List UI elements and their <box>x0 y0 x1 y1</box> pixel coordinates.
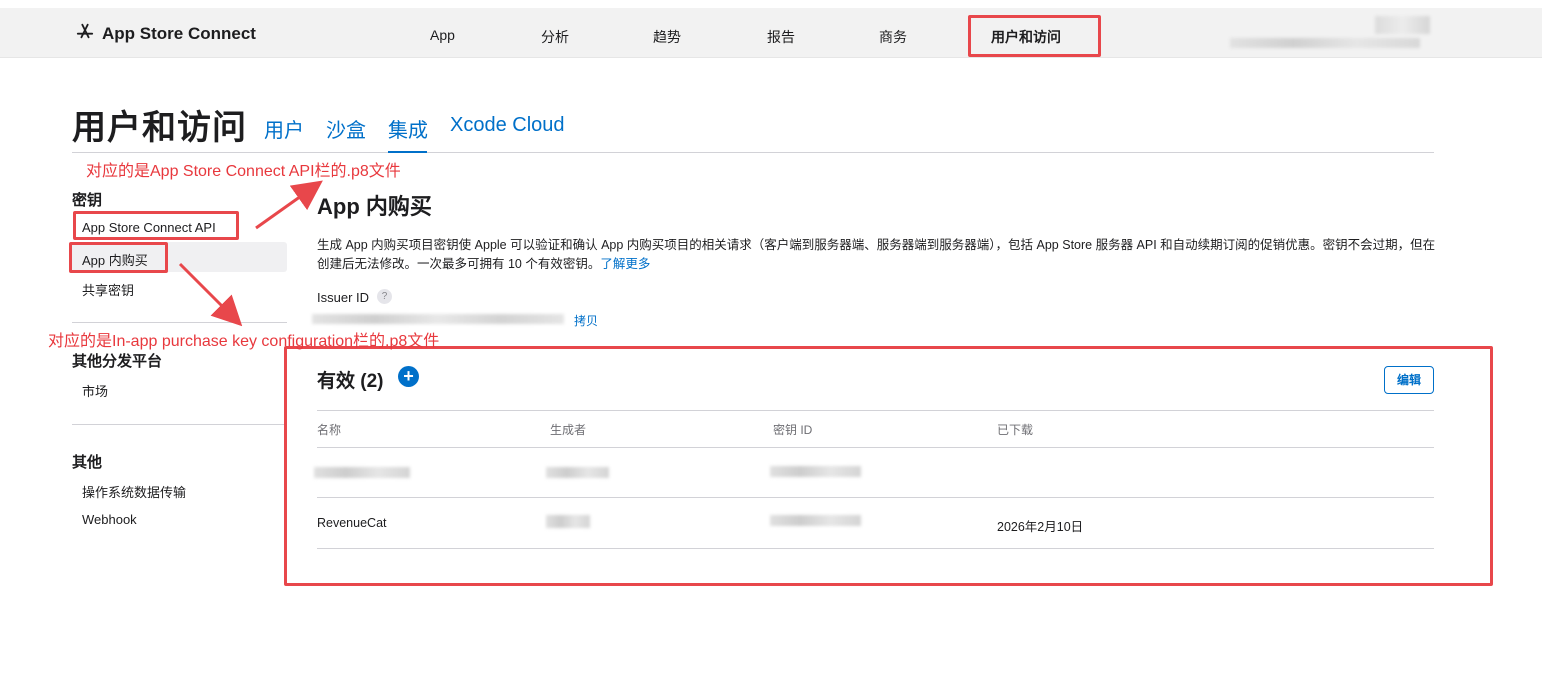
tab-sandbox[interactable]: 沙盒 <box>326 114 366 143</box>
tab-users[interactable]: 用户 <box>264 114 304 143</box>
sidebar-divider <box>72 424 287 425</box>
issuer-id-label: Issuer ID <box>317 290 370 305</box>
app-store-icon <box>76 22 94 45</box>
sidebar-item-marketplace[interactable]: 市场 <box>82 381 108 400</box>
tab-integrations[interactable]: 集成 <box>388 114 428 143</box>
sidebar-heading-other-distribution: 其他分发平台 <box>72 353 163 370</box>
annotation-note-asc-api: 对应的是App Store Connect API栏的.p8文件 <box>86 163 401 180</box>
sidebar-divider <box>72 322 287 323</box>
sidebar-heading-other: 其他 <box>72 454 103 471</box>
active-tab-indicator <box>388 151 427 153</box>
nav-item-trends[interactable]: 趋势 <box>653 27 681 47</box>
description-text: 生成 App 内购买项目密钥使 Apple 可以验证和确认 App 内购买项目的… <box>317 238 1436 271</box>
copy-issuer-id-link[interactable]: 拷贝 <box>574 312 598 329</box>
tab-xcode-cloud[interactable]: Xcode Cloud <box>450 114 565 137</box>
sidebar-item-os-data-transfer[interactable]: 操作系统数据传输 <box>82 482 186 501</box>
annotation-note-iap: 对应的是In-app purchase key configuration栏的.… <box>48 333 440 350</box>
annotation-box-keys-table <box>284 346 1493 586</box>
brand[interactable]: App Store Connect <box>76 22 256 45</box>
nav-item-analytics[interactable]: 分析 <box>541 27 569 47</box>
account-name-blurred <box>1230 38 1420 48</box>
section-title: App 内购买 <box>317 194 432 219</box>
sidebar-item-shared-secret[interactable]: 共享密钥 <box>82 280 134 299</box>
arrow-to-iap-note <box>178 262 243 327</box>
nav-item-app[interactable]: App <box>430 27 455 43</box>
issuer-id-value-blurred <box>312 314 564 324</box>
arrow-to-asc-api-note <box>255 180 323 230</box>
account-avatar-blurred <box>1375 16 1430 34</box>
brand-name: App Store Connect <box>102 23 256 43</box>
sidebar-item-webhook[interactable]: Webhook <box>82 512 137 527</box>
nav-item-business[interactable]: 商务 <box>879 27 907 47</box>
sidebar-heading-keys: 密钥 <box>72 192 103 209</box>
annotation-box-users-access <box>968 15 1101 57</box>
top-nav-bar: App Store Connect App 分析 趋势 报告 商务 用户和访问 <box>0 8 1542 58</box>
annotation-box-iap <box>69 242 168 273</box>
learn-more-link[interactable]: 了解更多 <box>600 257 650 271</box>
header-divider <box>72 152 1434 153</box>
nav-item-reports[interactable]: 报告 <box>767 27 795 47</box>
question-icon[interactable]: ? <box>377 289 392 304</box>
account-menu[interactable] <box>1230 16 1440 50</box>
page-title: 用户和访问 <box>72 109 247 147</box>
section-description: 生成 App 内购买项目密钥使 Apple 可以验证和确认 App 内购买项目的… <box>317 236 1437 274</box>
annotation-box-asc-api <box>73 211 239 240</box>
